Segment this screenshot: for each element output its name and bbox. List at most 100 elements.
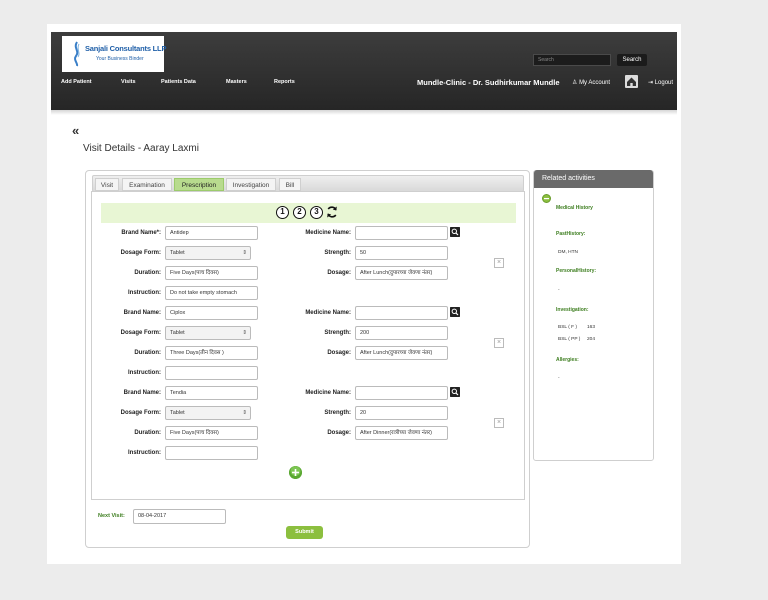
tab-examination[interactable]: Examination <box>122 178 172 191</box>
dosage-form-value: Tablet <box>170 330 185 336</box>
dosage-form-value: Tablet <box>170 410 185 416</box>
brand-name-label: Brand Name: <box>123 390 161 396</box>
nav-masters[interactable]: Masters <box>226 79 247 85</box>
strength-input[interactable]: 50 <box>355 246 448 260</box>
brand-name-label: Brand Name*: <box>121 230 161 236</box>
tab-prescription[interactable]: Prescription <box>174 178 224 191</box>
medicine-name-input[interactable] <box>355 386 448 400</box>
brand-name-input[interactable]: Tendia <box>165 386 258 400</box>
instruction-label: Instruction: <box>128 450 161 456</box>
dosage-form-label: Dosage Form: <box>120 330 161 336</box>
duration-input[interactable]: Five Days(पाच दिवस) <box>165 426 258 440</box>
logo-tagline: Your Business Binder <box>96 56 144 62</box>
tab-investigation[interactable]: Investigation <box>226 178 276 191</box>
past-history-label: PastHistory: <box>556 231 586 237</box>
dosage-label: Dosage: <box>327 270 351 276</box>
related-activities-title: Related activities <box>534 170 653 188</box>
clinic-title: Mundle-Clinic - Dr. Sudhirkumar Mundle <box>417 78 560 87</box>
strength-input[interactable]: 200 <box>355 326 448 340</box>
dosage-label: Dosage: <box>327 430 351 436</box>
strength-label: Strength: <box>324 410 351 416</box>
instruction-label: Instruction: <box>128 370 161 376</box>
steps-bar <box>101 203 516 223</box>
medicine-name-input[interactable] <box>355 306 448 320</box>
select-arrow-icon: ⇕ <box>242 410 247 416</box>
dosage-form-label: Dosage Form: <box>120 250 161 256</box>
nav-reports[interactable]: Reports <box>274 79 295 85</box>
duration-label: Duration: <box>134 350 161 356</box>
dosage-input[interactable]: After Lunch(दुपारच्या जेवणा नंतर) <box>355 266 448 280</box>
tab-visit[interactable]: Visit <box>95 178 119 191</box>
dosage-label: Dosage: <box>327 350 351 356</box>
tab-bill[interactable]: Bill <box>279 178 301 191</box>
nav-add-patient[interactable]: Add Patient <box>61 79 92 85</box>
user-icon: ♙ <box>572 80 578 86</box>
dosage-form-select[interactable]: Tablet ⇕ <box>165 326 251 340</box>
search-icon[interactable] <box>450 227 460 237</box>
personal-history-label: PersonalHistory: <box>556 268 597 274</box>
select-arrow-icon: ⇕ <box>242 330 247 336</box>
home-icon[interactable] <box>625 75 638 88</box>
investigation-name: BSL ( F ) <box>558 325 578 330</box>
investigation-value: 204 <box>587 337 596 342</box>
strength-input[interactable]: 20 <box>355 406 448 420</box>
nav-patients-data[interactable]: Patients Data <box>161 79 196 85</box>
main-nav: Add Patient Visits Patients Data Masters… <box>51 75 677 92</box>
medicine-name-label: Medicine Name: <box>305 310 351 316</box>
refresh-icon[interactable] <box>325 205 339 219</box>
investigation-label: Investigation: <box>556 307 589 313</box>
search-input[interactable]: Search <box>533 54 611 66</box>
dosage-form-select[interactable]: Tablet ⇕ <box>165 406 251 420</box>
next-visit-label: Next Visit: <box>98 513 125 519</box>
my-account-link[interactable]: ♙ My Account <box>572 79 610 86</box>
dosage-input[interactable]: After Dinner(रात्रीच्या जेवणा नंतर) <box>355 426 448 440</box>
step-1[interactable]: 1 <box>276 206 289 219</box>
instruction-input[interactable]: Do not take empty stomach <box>165 286 258 300</box>
collapse-icon[interactable] <box>542 194 551 203</box>
search-icon[interactable] <box>450 387 460 397</box>
medicine-name-label: Medicine Name: <box>305 390 351 396</box>
instruction-input[interactable] <box>165 366 258 380</box>
duration-input[interactable]: Five Days(पाच दिवस) <box>165 266 258 280</box>
remove-icon[interactable]: × <box>494 338 504 348</box>
investigation-value: 163 <box>587 325 596 330</box>
allergies-value: - <box>558 376 560 381</box>
medicine-name-input[interactable] <box>355 226 448 240</box>
nav-visits[interactable]: Visits <box>121 79 136 85</box>
strength-label: Strength: <box>324 330 351 336</box>
remove-icon[interactable]: × <box>494 418 504 428</box>
remove-icon[interactable]: × <box>494 258 504 268</box>
allergies-label: Allergies: <box>556 357 579 363</box>
brand-name-input[interactable]: Ciplox <box>165 306 258 320</box>
step-3[interactable]: 3 <box>310 206 323 219</box>
brand-name-input[interactable]: Antidep <box>165 226 258 240</box>
add-medicine-icon[interactable] <box>289 466 302 479</box>
step-2[interactable]: 2 <box>293 206 306 219</box>
medicine-name-label: Medicine Name: <box>305 230 351 236</box>
dosage-form-select[interactable]: Tablet ⇕ <box>165 246 251 260</box>
dosage-form-value: Tablet <box>170 250 185 256</box>
related-activities-panel <box>533 170 654 461</box>
logo-name: Sanjali Consultants LLP <box>85 44 167 53</box>
header-shadow <box>51 110 677 115</box>
investigation-name: BSL ( PP ) <box>558 337 581 342</box>
logout-link[interactable]: ⇥ Logout <box>648 79 673 86</box>
duration-input[interactable]: Three Days(तीन दिवस ) <box>165 346 258 360</box>
dosage-input[interactable]: After Lunch(दुपारच्या जेवणा नंतर) <box>355 346 448 360</box>
double-chevron-left-icon[interactable]: « <box>72 124 79 137</box>
search-button[interactable]: Search <box>617 54 647 66</box>
strength-label: Strength: <box>324 250 351 256</box>
duration-label: Duration: <box>134 270 161 276</box>
logout-icon: ⇥ <box>648 80 654 86</box>
next-visit-input[interactable]: 08-04-2017 <box>133 509 226 524</box>
submit-button[interactable]: Submit <box>286 526 323 539</box>
brand-name-label: Brand Name: <box>123 310 161 316</box>
medical-history-heading[interactable]: Medical History <box>556 205 593 211</box>
duration-label: Duration: <box>134 430 161 436</box>
logo-mark-icon <box>74 41 80 67</box>
company-logo[interactable]: Sanjali Consultants LLP Your Business Bi… <box>62 36 167 72</box>
instruction-label: Instruction: <box>128 290 161 296</box>
select-arrow-icon: ⇕ <box>242 250 247 256</box>
instruction-input[interactable] <box>165 446 258 460</box>
search-icon[interactable] <box>450 307 460 317</box>
